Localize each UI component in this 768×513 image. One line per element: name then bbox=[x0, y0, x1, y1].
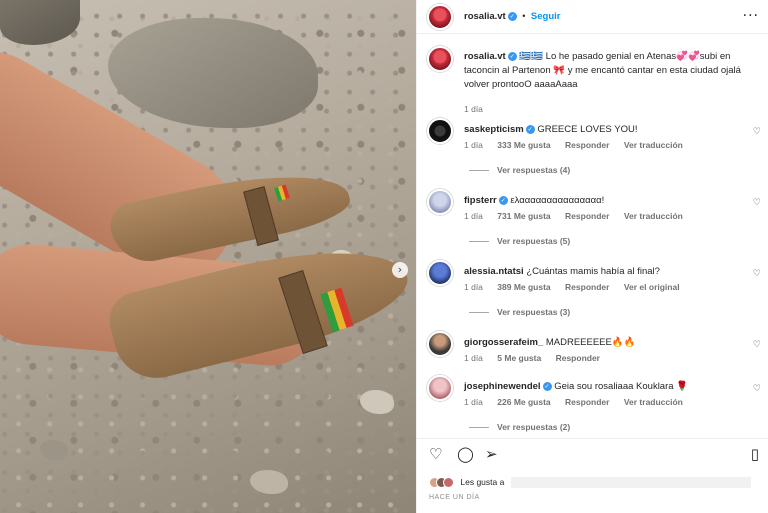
avatar bbox=[443, 477, 454, 489]
pebble bbox=[40, 440, 68, 460]
heart-icon[interactable]: ♡ bbox=[753, 340, 761, 350]
chevron-right-icon[interactable]: › bbox=[392, 262, 408, 278]
reply-button[interactable]: Responder bbox=[565, 397, 609, 407]
avatar[interactable] bbox=[427, 118, 453, 144]
likes-text: Les gusta a bbox=[460, 477, 505, 487]
liked-by-redacted bbox=[510, 477, 751, 489]
pebble bbox=[360, 390, 394, 414]
view-replies-button[interactable]: Ver respuestas (2) bbox=[469, 422, 570, 432]
comment-likes[interactable]: 226 Me gusta bbox=[497, 397, 550, 407]
divider bbox=[469, 312, 489, 314]
follow-button[interactable]: Seguir bbox=[531, 11, 561, 22]
view-replies-label: Ver respuestas (4) bbox=[497, 165, 571, 175]
comment-body: alessia.ntatsi ¿Cuántas mamis había al f… bbox=[464, 265, 749, 279]
translate-button[interactable]: Ver traducción bbox=[624, 140, 683, 150]
caption-username[interactable]: rosalia.vt bbox=[464, 51, 506, 62]
heart-icon[interactable]: ♡ bbox=[753, 198, 761, 208]
comment-body: giorgosserafeim_ MADREEEEEE🔥🔥 bbox=[464, 336, 749, 350]
comment-body: saskepticism ✓ GREECE LOVES YOU! bbox=[464, 123, 749, 137]
comment-time: 1 día bbox=[464, 353, 483, 363]
verified-badge-icon: ✓ bbox=[542, 381, 552, 391]
heart-icon[interactable]: ♡ bbox=[429, 445, 442, 463]
reply-button[interactable]: Responder bbox=[565, 282, 609, 292]
author-username[interactable]: rosalia.vt bbox=[464, 11, 506, 22]
separator-dot: • bbox=[522, 11, 526, 21]
comment-likes[interactable]: 333 Me gusta bbox=[497, 140, 550, 150]
comment-username[interactable]: alessia.ntatsi bbox=[464, 266, 524, 277]
action-bar: ♡ ◯ ➢ ▯ Les gusta a HACE UN DÍA bbox=[417, 438, 768, 513]
comment-time: 1 día bbox=[464, 282, 483, 292]
comment-text: ¿Cuántas mamis había al final? bbox=[526, 266, 660, 277]
avatar[interactable] bbox=[427, 260, 453, 286]
heart-icon[interactable]: ♡ bbox=[753, 127, 761, 137]
pebble bbox=[250, 470, 288, 494]
avatar[interactable] bbox=[427, 375, 453, 401]
reply-button[interactable]: Responder bbox=[565, 211, 609, 221]
likes-summary[interactable]: Les gusta a bbox=[429, 477, 751, 489]
view-replies-label: Ver respuestas (2) bbox=[497, 422, 571, 432]
comment-time: 1 día bbox=[464, 211, 483, 221]
comment-time: 1 día bbox=[464, 397, 483, 407]
caption-meta: 1 día bbox=[464, 104, 495, 114]
verified-badge-icon: ✓ bbox=[498, 195, 508, 205]
comment-meta: 1 día 389 Me gusta Responder Ver el orig… bbox=[464, 282, 692, 292]
comment-text: Geia sou rosaliaaa Kouklara 🌹 bbox=[554, 381, 689, 392]
comment-text: GREECE LOVES YOU! bbox=[537, 124, 638, 135]
divider bbox=[469, 241, 489, 243]
avatar[interactable] bbox=[427, 4, 453, 30]
comment-time: 1 día bbox=[464, 140, 483, 150]
verified-badge-icon: ✓ bbox=[525, 124, 535, 134]
share-icon[interactable]: ➢ bbox=[485, 445, 498, 463]
more-horizontal-icon[interactable]: ··· bbox=[743, 8, 759, 24]
view-replies-label: Ver respuestas (3) bbox=[497, 307, 571, 317]
divider bbox=[469, 427, 489, 429]
comment-meta: 1 día 226 Me gusta Responder Ver traducc… bbox=[464, 397, 695, 407]
reply-button[interactable]: Responder bbox=[556, 353, 600, 363]
comment-body: josephinewendel ✓ Geia sou rosaliaaa Kouk… bbox=[464, 380, 749, 394]
comment-username[interactable]: josephinewendel bbox=[464, 381, 541, 392]
avatar[interactable] bbox=[427, 46, 453, 72]
comment-icon[interactable]: ◯ bbox=[457, 445, 474, 463]
comment-body: fipsterr ✓ ελααααααααααααααα! bbox=[464, 194, 749, 208]
verified-badge-icon: ✓ bbox=[507, 12, 517, 22]
view-replies-label: Ver respuestas (5) bbox=[497, 236, 571, 246]
comment-meta: 1 día 731 Me gusta Responder Ver traducc… bbox=[464, 211, 695, 221]
translate-button[interactable]: Ver traducción bbox=[624, 397, 683, 407]
post-timestamp[interactable]: HACE UN DÍA bbox=[429, 494, 480, 501]
comments-list[interactable]: rosalia.vt ✓ 🇬🇷🇬🇷 Lo he pasado genial en … bbox=[417, 34, 768, 438]
comment-text: ελααααααααααααααα! bbox=[510, 195, 605, 206]
view-replies-button[interactable]: Ver respuestas (4) bbox=[469, 165, 570, 175]
avatar[interactable] bbox=[427, 331, 453, 357]
comment-text: MADREEEEEE🔥🔥 bbox=[545, 337, 636, 348]
reply-button[interactable]: Responder bbox=[565, 140, 609, 150]
heart-icon[interactable]: ♡ bbox=[753, 269, 761, 279]
view-replies-button[interactable]: Ver respuestas (5) bbox=[469, 236, 570, 246]
verified-badge-icon: ✓ bbox=[507, 51, 517, 61]
header-user: rosalia.vt ✓ • Seguir bbox=[464, 11, 560, 22]
heart-icon[interactable]: ♡ bbox=[753, 384, 761, 394]
post-panel: rosalia.vt ✓ • Seguir ··· rosalia.vt ✓ 🇬🇷🇬… bbox=[416, 0, 768, 513]
post-photo[interactable]: › bbox=[0, 0, 416, 513]
caption-body: rosalia.vt ✓ 🇬🇷🇬🇷 Lo he pasado genial en … bbox=[464, 50, 749, 92]
avatar[interactable] bbox=[427, 189, 453, 215]
comment-meta: 1 día 5 Me gusta Responder bbox=[464, 353, 612, 363]
post-header: rosalia.vt ✓ • Seguir ··· bbox=[417, 0, 768, 34]
comment-likes[interactable]: 731 Me gusta bbox=[497, 211, 550, 221]
divider bbox=[469, 170, 489, 172]
caption-time: 1 día bbox=[464, 104, 483, 114]
translate-button[interactable]: Ver traducción bbox=[624, 211, 683, 221]
comment-likes[interactable]: 389 Me gusta bbox=[497, 282, 550, 292]
comment-username[interactable]: saskepticism bbox=[464, 124, 524, 135]
rock bbox=[108, 18, 318, 128]
comment-username[interactable]: fipsterr bbox=[464, 195, 497, 206]
comment-username[interactable]: giorgosserafeim_ bbox=[464, 337, 543, 348]
comment-meta: 1 día 333 Me gusta Responder Ver traducc… bbox=[464, 140, 695, 150]
bookmark-icon[interactable]: ▯ bbox=[751, 445, 759, 463]
rock bbox=[0, 0, 80, 45]
view-replies-button[interactable]: Ver respuestas (3) bbox=[469, 307, 570, 317]
view-original-button[interactable]: Ver el original bbox=[624, 282, 680, 292]
comment-likes[interactable]: 5 Me gusta bbox=[497, 353, 541, 363]
